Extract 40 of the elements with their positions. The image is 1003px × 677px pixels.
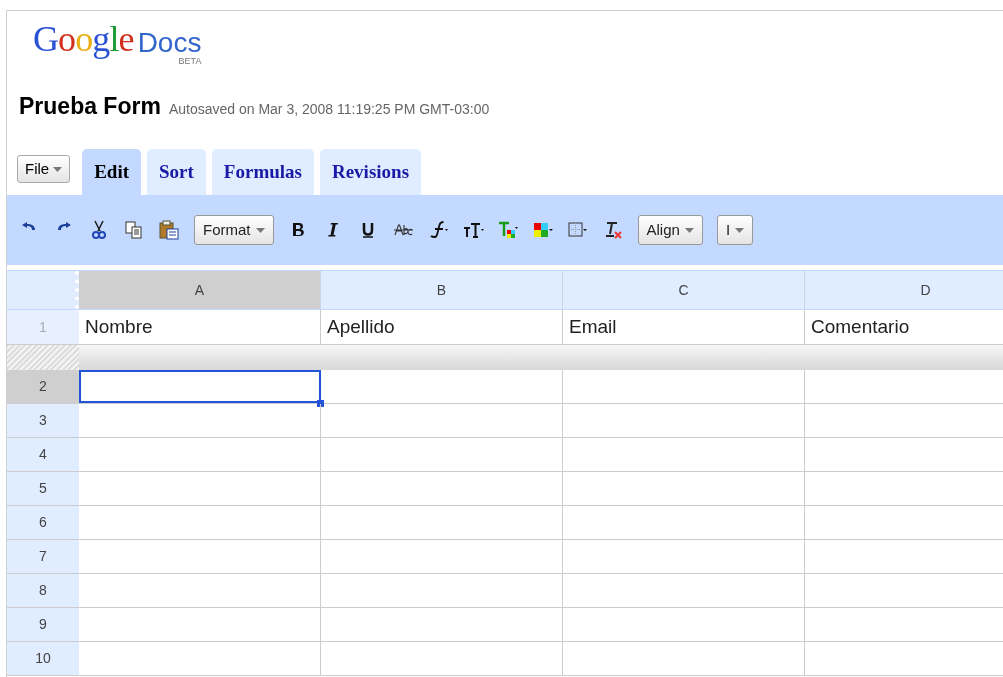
tab[interactable]: Edit [82,149,142,195]
fill-handle[interactable] [317,400,324,407]
tab[interactable]: Sort [147,149,206,195]
row-header[interactable]: 4 [7,438,79,471]
document-title: Prueba Form [19,92,161,121]
column-header[interactable]: B [321,271,563,309]
row-header[interactable]: 9 [7,608,79,641]
dropdown-button[interactable]: Align [637,215,703,245]
row-header[interactable]: 2 [7,370,79,403]
color-palette-icon[interactable] [532,220,554,240]
logo-product: Docs [137,29,202,57]
dropdown-button[interactable]: I [716,215,754,245]
row-header[interactable]: 8 [7,574,79,607]
corner-cell [7,271,79,309]
copy-icon[interactable] [124,220,145,240]
column-header[interactable]: D [805,271,1003,309]
text-color-icon[interactable] [497,220,519,240]
text-size-icon[interactable] [462,220,484,240]
tab[interactable]: Formulas [211,149,314,195]
row-header[interactable]: 3 [7,404,79,437]
caret-icon [735,227,745,233]
font-icon[interactable] [427,220,449,240]
dropdown-button[interactable]: Format [194,215,274,245]
logo-wordmark: Google [33,21,134,57]
freeze-handle[interactable] [7,345,79,370]
row-header[interactable]: 6 [7,506,79,539]
row-header[interactable]: 10 [7,642,79,675]
column-header[interactable]: C [563,271,805,309]
caret-icon [684,227,694,233]
caret-icon [53,166,63,172]
file-menu-button[interactable]: File [17,155,71,183]
row-header[interactable]: 7 [7,540,79,573]
row-header[interactable]: 5 [7,472,79,505]
clipboard-icon[interactable] [159,220,180,240]
column-header[interactable]: A [79,271,321,309]
beta-label: BETA [178,57,202,66]
caret-icon [255,227,265,233]
autosave-status: Autosaved on Mar 3, 2008 11:19:25 PM GMT-03:00 [168,100,490,119]
tab[interactable]: Revisions [319,149,422,195]
borders-icon[interactable] [567,220,589,240]
